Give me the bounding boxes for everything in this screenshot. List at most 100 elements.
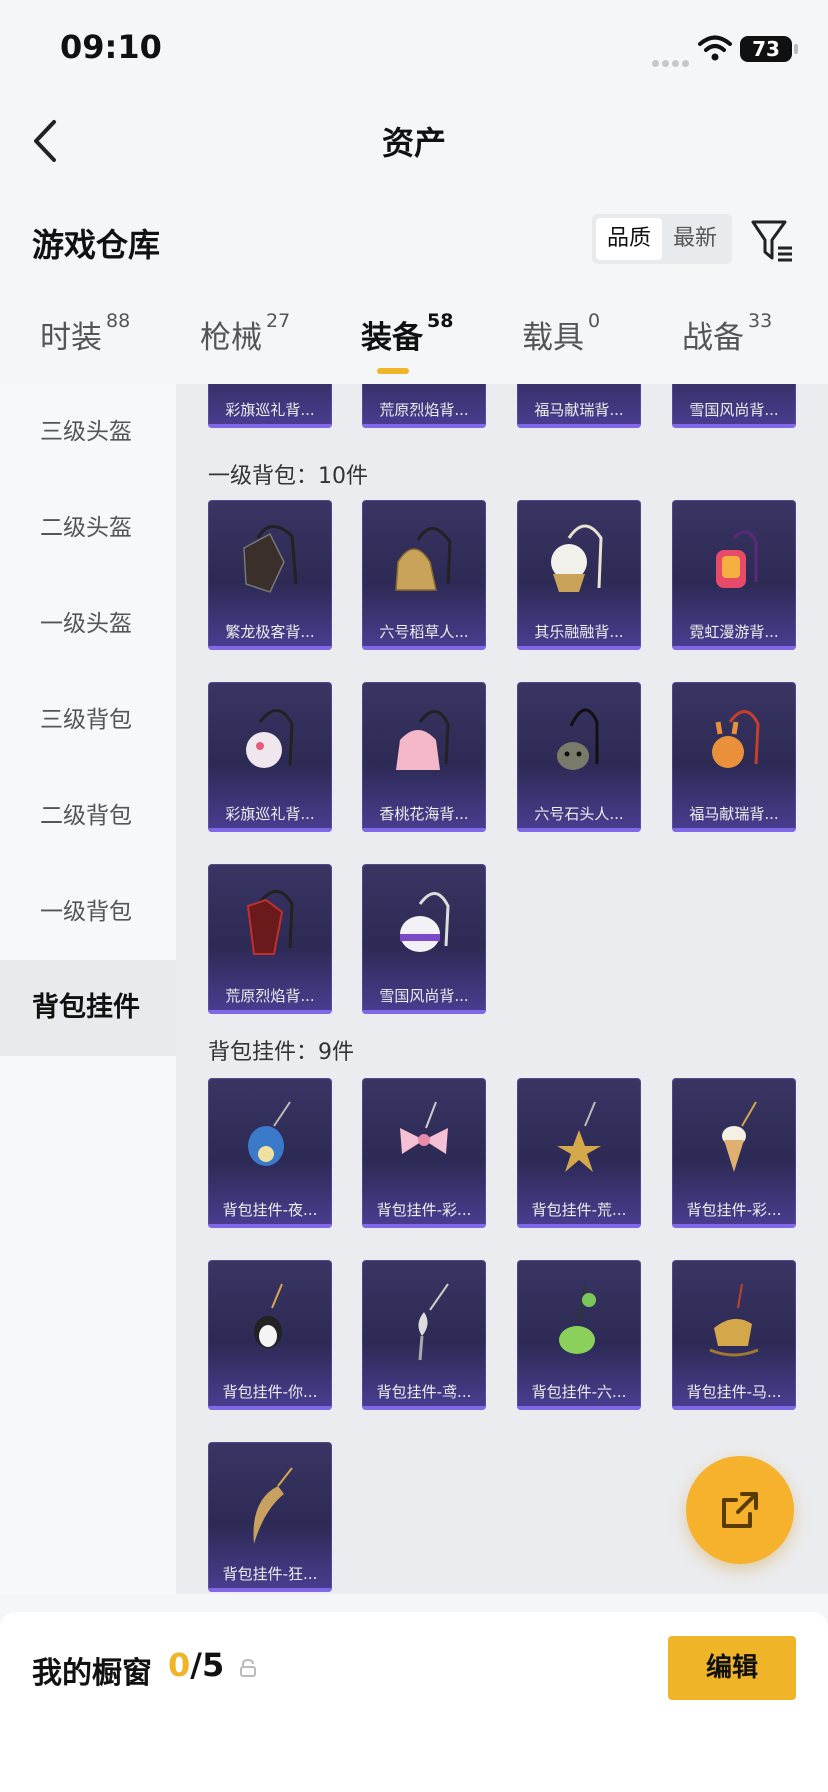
charm-icon xyxy=(253,1467,293,1544)
item-name: 霓虹漫游背... xyxy=(689,623,779,641)
item-card[interactable]: 繁龙极客背... xyxy=(208,500,332,650)
item-name: 背包挂件-荒... xyxy=(531,1201,627,1219)
item-name: 背包挂件-马... xyxy=(686,1383,782,1401)
warehouse-title: 游戏仓库 xyxy=(32,226,161,264)
backpack-icon xyxy=(246,709,294,768)
item-name: 背包挂件-你... xyxy=(222,1383,318,1401)
item-name: 六号稻草人... xyxy=(379,623,469,641)
filter-icon[interactable] xyxy=(750,218,794,262)
item-card[interactable]: 彩旗巡礼背... xyxy=(208,682,332,832)
tab-fashion[interactable]: 时装 88 xyxy=(40,310,130,357)
item-name: 背包挂件-彩... xyxy=(376,1201,472,1219)
item-card[interactable]: 背包挂件-彩... xyxy=(362,1078,486,1228)
charm-icon xyxy=(248,1101,291,1166)
status-time: 09:10 xyxy=(60,28,162,66)
sort-quality-option[interactable]: 品质 xyxy=(596,218,662,260)
group-label-level1-backpack: 一级背包：10件 xyxy=(208,464,368,489)
sidebar: 三级头盔 二级头盔 一级头盔 三级背包 二级背包 一级背包 背包挂件 xyxy=(0,384,176,1594)
group-label-backpack-charm: 背包挂件：9件 xyxy=(208,1040,354,1065)
tab-equipment[interactable]: 装备 58 xyxy=(361,310,453,357)
backpack-icon xyxy=(557,708,599,770)
backpack-icon xyxy=(396,710,450,770)
showcase-count: 0/5 xyxy=(168,1646,225,1684)
item-card[interactable]: 背包挂件-狂... xyxy=(208,1442,332,1592)
battery-tip xyxy=(794,44,798,54)
charm-icon xyxy=(254,1283,283,1348)
wifi-icon xyxy=(698,35,732,61)
category-tabs: 时装 88 枪械 27 装备 58 载具 0 战备 33 xyxy=(0,310,828,376)
item-card[interactable]: 雪国风尚背... xyxy=(362,864,486,1014)
item-name: 福马献瑞背... xyxy=(689,805,779,823)
signal-icon xyxy=(652,52,692,67)
edit-button[interactable]: 编辑 xyxy=(668,1636,796,1700)
charm-icon xyxy=(418,1283,449,1361)
item-card[interactable]: 香桃花海背... xyxy=(362,682,486,832)
item-card[interactable]: 荒原烈焰背... xyxy=(362,384,486,428)
tab-firearms[interactable]: 枪械 27 xyxy=(200,310,290,357)
charm-icon xyxy=(722,1101,757,1172)
backpack-icon xyxy=(400,892,450,952)
battery-indicator: 73 xyxy=(740,36,792,62)
item-name: 其乐融融背... xyxy=(534,623,624,641)
sort-toggle[interactable]: 品质 最新 xyxy=(592,214,732,264)
item-card[interactable]: 其乐融融背... xyxy=(517,500,641,650)
item-card[interactable]: 背包挂件-马... xyxy=(672,1260,796,1410)
item-name: 雪国风尚背... xyxy=(689,401,779,419)
share-button[interactable] xyxy=(686,1456,794,1564)
active-tab-indicator xyxy=(377,368,409,374)
share-icon xyxy=(722,1492,758,1528)
status-bar: 09:10 73 xyxy=(0,0,828,100)
backpack-icon xyxy=(395,527,452,591)
item-grid: 彩旗巡礼背... 荒原烈焰背... 福马献瑞背... 雪国风尚背... 一级背包… xyxy=(176,384,828,1594)
showcase-label: 我的橱窗 xyxy=(32,1656,152,1691)
item-name: 六号石头人... xyxy=(534,805,624,823)
tab-vehicles[interactable]: 载具 0 xyxy=(522,310,600,357)
item-name: 雪国风尚背... xyxy=(379,987,469,1005)
item-card[interactable]: 背包挂件-鸢... xyxy=(362,1260,486,1410)
item-card[interactable]: 背包挂件-彩... xyxy=(672,1078,796,1228)
sidebar-item-level2-helmet[interactable]: 二级头盔 xyxy=(0,480,176,576)
item-name: 繁龙极客背... xyxy=(225,623,315,641)
item-card[interactable]: 福马献瑞背... xyxy=(517,384,641,428)
item-name: 背包挂件-六... xyxy=(531,1383,627,1401)
item-name: 香桃花海背... xyxy=(379,805,469,823)
item-name: 背包挂件-彩... xyxy=(686,1201,782,1219)
item-card[interactable]: 福马献瑞背... xyxy=(672,682,796,832)
item-card[interactable]: 六号稻草人... xyxy=(362,500,486,650)
charm-icon xyxy=(559,1285,596,1354)
sidebar-item-level1-helmet[interactable]: 一级头盔 xyxy=(0,576,176,672)
backpack-icon xyxy=(716,530,758,588)
backpack-icon xyxy=(712,710,760,768)
charm-icon xyxy=(400,1101,448,1154)
item-card[interactable]: 雪国风尚背... xyxy=(672,384,796,428)
backpack-icon xyxy=(243,525,298,593)
tab-supplies[interactable]: 战备 33 xyxy=(682,310,772,357)
lock-icon xyxy=(240,1658,256,1677)
item-card[interactable]: 背包挂件-荒... xyxy=(517,1078,641,1228)
sidebar-item-level1-backpack[interactable]: 一级背包 xyxy=(0,864,176,960)
item-card[interactable]: 背包挂件-六... xyxy=(517,1260,641,1410)
item-card[interactable]: 彩旗巡礼背... xyxy=(208,384,332,428)
sidebar-item-level3-backpack[interactable]: 三级背包 xyxy=(0,672,176,768)
backpack-icon xyxy=(246,890,294,955)
sidebar-item-level2-backpack[interactable]: 二级背包 xyxy=(0,768,176,864)
item-name: 荒原烈焰背... xyxy=(379,401,469,419)
sidebar-item-level3-helmet[interactable]: 三级头盔 xyxy=(0,384,176,480)
sort-newest-option[interactable]: 最新 xyxy=(662,218,728,260)
item-name: 彩旗巡礼背... xyxy=(225,805,315,823)
item-name: 背包挂件-狂... xyxy=(222,1565,318,1583)
item-card[interactable]: 背包挂件-你... xyxy=(208,1260,332,1410)
backpack-icon xyxy=(551,524,603,592)
charm-icon xyxy=(709,1283,759,1357)
page-title: 资产 xyxy=(381,124,446,162)
charm-icon xyxy=(557,1101,601,1172)
sidebar-item-backpack-charm[interactable]: 背包挂件 xyxy=(0,960,176,1056)
item-name: 背包挂件-夜... xyxy=(222,1201,318,1219)
item-name: 背包挂件-鸢... xyxy=(376,1383,472,1401)
item-card[interactable]: 荒原烈焰背... xyxy=(208,864,332,1014)
item-card[interactable]: 霓虹漫游背... xyxy=(672,500,796,650)
item-card[interactable]: 背包挂件-夜... xyxy=(208,1078,332,1228)
item-name: 彩旗巡礼背... xyxy=(225,401,315,419)
item-name: 荒原烈焰背... xyxy=(225,987,315,1005)
item-card[interactable]: 六号石头人... xyxy=(517,682,641,832)
